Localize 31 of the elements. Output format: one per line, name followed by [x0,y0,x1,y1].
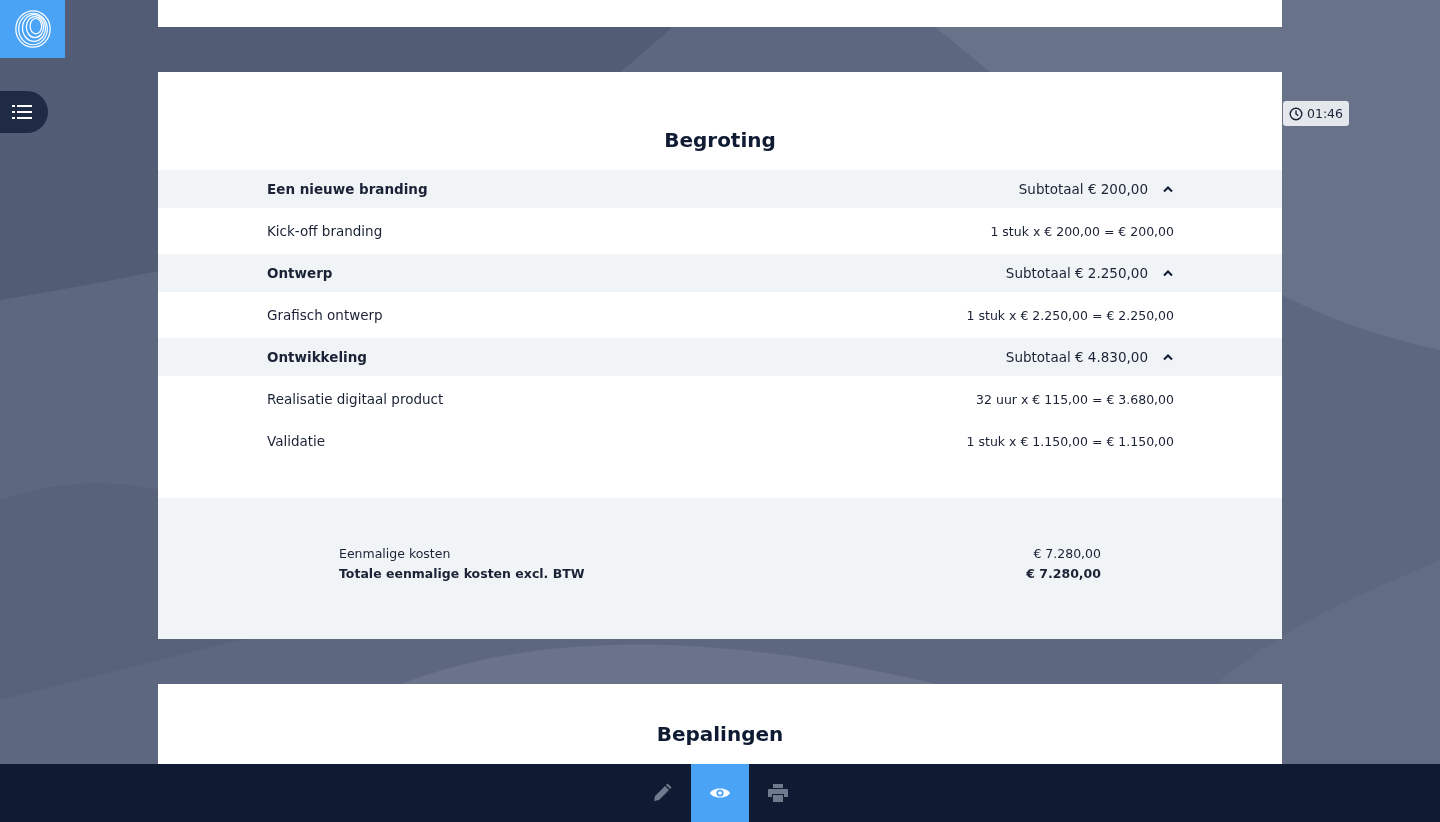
total-label: Eenmalige kosten [339,546,451,561]
clock-icon [1289,106,1303,121]
group-subtotal: Subtotaal € 2.250,00 [1005,265,1148,281]
item-name: Kick-off branding [267,223,383,239]
item-name: Realisatie digitaal product [267,391,444,407]
item-name: Grafisch ontwerp [267,307,383,323]
group-subtotal: Subtotaal € 200,00 [1018,181,1148,197]
group-name: Ontwerp [267,265,333,281]
printer-icon [768,784,788,802]
timer-text: 01:46 [1307,106,1344,121]
chevron-icon[interactable] [1162,269,1174,277]
item-calculation: 1 stuk x € 2.250,00 = € 2.250,00 [966,307,1174,323]
section-title: Bepalingen [655,721,785,748]
menu-icon [12,104,32,120]
item-calculation: 32 uur x € 115,00 = € 3.680,00 [976,391,1174,407]
section-title: Begroting [663,127,777,154]
total-label: Totale eenmalige kosten excl. BTW [339,566,585,581]
chevron-icon[interactable] [1162,353,1174,361]
total-value: € 7.280,00 [1026,566,1101,581]
item-calculation: 1 stuk x € 1.150,00 = € 1.150,00 [966,433,1174,449]
group-name: Ontwikkeling [267,349,367,365]
pencil-icon [652,783,672,803]
chevron-icon[interactable] [1162,185,1174,193]
group-subtotal: Subtotaal € 4.830,00 [1005,349,1148,365]
eye-icon [709,786,731,800]
group-name: Een nieuwe branding [267,181,428,197]
logo-tile[interactable] [0,0,65,58]
item-calculation: 1 stuk x € 200,00 = € 200,00 [990,223,1174,239]
item-name: Validatie [267,433,326,449]
menu-button[interactable] [0,91,48,133]
total-value: € 7.280,00 [1033,546,1101,561]
